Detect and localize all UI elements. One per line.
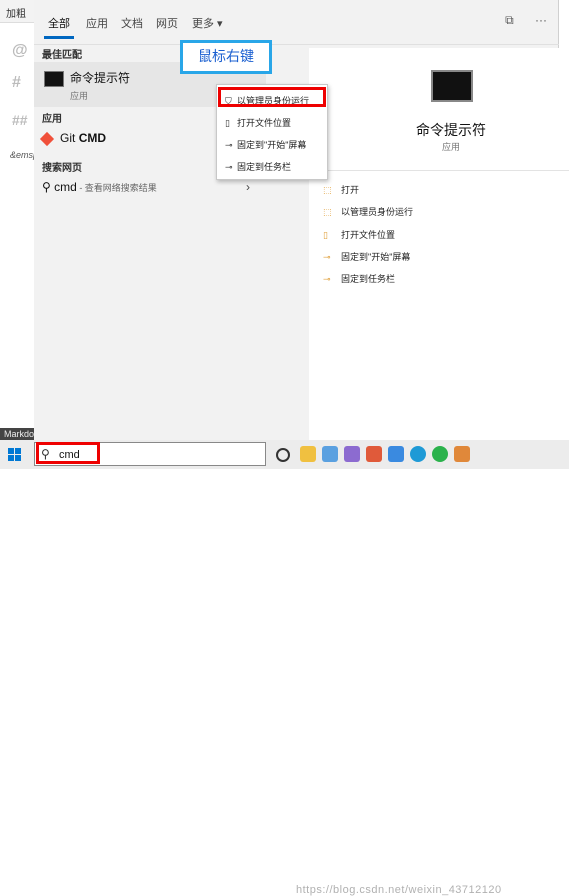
- context-item-open-location[interactable]: ▯ 打开文件位置: [225, 116, 291, 129]
- folder-open-icon: ▯: [225, 118, 230, 128]
- detail-divider: [323, 170, 569, 171]
- app-result-git-cmd[interactable]: Git CMD: [39, 131, 107, 146]
- action-pin-to-start[interactable]: ⊸ 固定到"开始"屏幕: [323, 250, 410, 263]
- action-open[interactable]: ⬚ 打开: [323, 183, 359, 196]
- heading-glyph: #: [12, 74, 21, 91]
- top-icons: ⧉ ···: [487, 13, 547, 28]
- action-pin-to-taskbar[interactable]: ⊸ 固定到任务栏: [323, 272, 395, 285]
- section-best-match: 最佳匹配: [42, 50, 82, 61]
- context-item-pin-start[interactable]: ⊸ 固定到"开始"屏幕: [225, 138, 306, 151]
- file-explorer-icon[interactable]: [300, 446, 316, 462]
- git-icon: [39, 131, 55, 146]
- background-editor: 加粗 @ # ## &emsp Markdo: [0, 0, 38, 440]
- tab-all[interactable]: 全部: [48, 15, 70, 31]
- context-menu: ⛉ 以管理员身份运行 ▯ 打开文件位置 ⊸ 固定到"开始"屏幕 ⊸ 固定到任务栏: [216, 84, 328, 180]
- watermark: https://blog.csdn.net/weixin_43712120: [296, 884, 502, 896]
- detail-pane: 命令提示符 应用 ⬚ 打开 ⬚ 以管理员身份运行 ▯ 打开文件位置 ⊸ 固定到"开始"屏…: [309, 48, 569, 440]
- action-run-as-admin[interactable]: ⬚ 以管理员身份运行: [323, 205, 413, 218]
- web-hint: - 查看网络搜索结果: [76, 183, 157, 193]
- pin-icon: ⊸: [225, 140, 233, 150]
- context-item-pin-taskbar[interactable]: ⊸ 固定到任务栏: [225, 160, 291, 173]
- command-prompt-large-icon: [431, 70, 473, 102]
- tab-documents[interactable]: 文档: [121, 15, 143, 31]
- tab-apps[interactable]: 应用: [86, 15, 108, 31]
- context-item-label: 固定到"开始"屏幕: [237, 140, 307, 150]
- more-icon[interactable]: ···: [535, 13, 547, 27]
- detail-subtitle: 应用: [441, 142, 460, 152]
- highlight-box: [36, 442, 100, 464]
- wechat-icon[interactable]: [432, 446, 448, 462]
- windows-start-icon[interactable]: [8, 448, 22, 462]
- store-icon[interactable]: [322, 446, 338, 462]
- context-item-label: 打开文件位置: [237, 118, 292, 128]
- command-prompt-icon: [44, 71, 64, 87]
- heading-glyph: ##: [12, 112, 28, 128]
- section-web: 搜索网页: [42, 163, 82, 174]
- pin-icon: ⊸: [225, 162, 233, 172]
- feedback-icon[interactable]: ⧉: [505, 13, 514, 27]
- action-label: 打开: [341, 185, 360, 195]
- background-toolbar: 加粗: [0, 0, 34, 23]
- heading-glyph: @: [12, 42, 28, 59]
- bold-menu-label: 加粗: [6, 9, 26, 20]
- pin-icon: ⊸: [323, 274, 331, 284]
- web-search-result[interactable]: ⚲ cmd - 查看网络搜索结果 ›: [42, 180, 250, 194]
- best-match-title: 命令提示符: [70, 71, 131, 85]
- app-icon[interactable]: [344, 446, 360, 462]
- action-open-file-location[interactable]: ▯ 打开文件位置: [323, 228, 395, 241]
- highlight-box: [218, 87, 326, 107]
- shield-icon: ⬚: [323, 207, 332, 217]
- section-apps: 应用: [42, 114, 62, 125]
- annotation-label: 鼠标右键: [180, 40, 272, 74]
- chevron-right-icon[interactable]: ›: [246, 180, 250, 194]
- search-tabs: 全部 应用 文档 网页 更多 ▾ ⧉ ···: [34, 0, 559, 45]
- markdown-tab[interactable]: Markdo: [0, 428, 34, 440]
- active-tab-indicator: [44, 36, 74, 39]
- action-label: 固定到任务栏: [341, 274, 396, 284]
- edge-icon[interactable]: [410, 446, 426, 462]
- search-panel: 全部 应用 文档 网页 更多 ▾ ⧉ ··· 最佳匹配 应用 搜索网页 命令提示…: [34, 0, 569, 440]
- app-prefix: Git: [60, 131, 76, 145]
- search-icon: ⚲: [42, 180, 51, 194]
- best-match-subtitle: 应用: [70, 91, 89, 101]
- web-query: cmd: [54, 180, 77, 194]
- app-title: CMD: [78, 131, 107, 145]
- action-label: 以管理员身份运行: [341, 207, 414, 217]
- tab-web[interactable]: 网页: [156, 15, 178, 31]
- action-label: 固定到"开始"屏幕: [341, 252, 411, 262]
- folder-open-icon: ▯: [323, 230, 328, 240]
- tab-more[interactable]: 更多 ▾: [192, 15, 223, 31]
- detail-title: 命令提示符: [416, 122, 486, 138]
- mail-icon[interactable]: [388, 446, 404, 462]
- pin-icon: ⊸: [323, 252, 331, 262]
- task-view-icon[interactable]: [276, 448, 290, 462]
- action-label: 打开文件位置: [341, 230, 396, 240]
- app-icon-2[interactable]: [454, 446, 470, 462]
- open-icon: ⬚: [323, 185, 332, 195]
- media-icon[interactable]: [366, 446, 382, 462]
- context-item-label: 固定到任务栏: [237, 162, 292, 172]
